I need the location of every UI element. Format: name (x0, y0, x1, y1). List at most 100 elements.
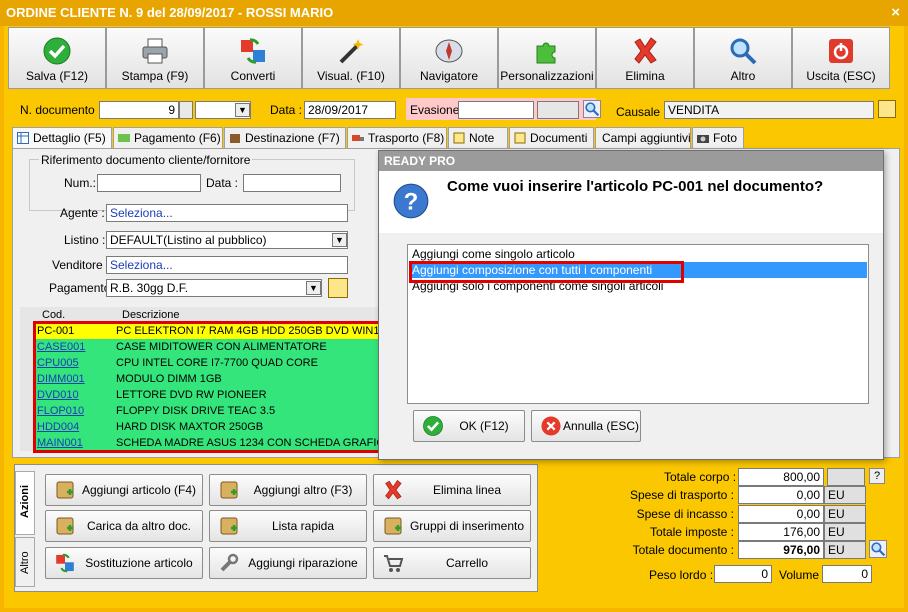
cart-button[interactable]: Carrello (373, 547, 531, 579)
total-body-label: Totale corpo : (664, 470, 737, 484)
customize-button[interactable]: Personalizzazioni (498, 27, 596, 89)
delete-line-icon (382, 479, 404, 501)
check-icon (422, 415, 444, 437)
save-button[interactable]: Salva (F12) (8, 27, 106, 89)
tab-foto[interactable]: Foto (692, 127, 744, 149)
tab-pagamento[interactable]: Pagamento (F6) (113, 127, 223, 149)
delete-line-button[interactable]: Elimina linea (373, 474, 531, 506)
row-indicator-column (20, 323, 34, 451)
venditore-select[interactable]: Seleziona... (106, 256, 348, 274)
chevron-down-icon[interactable]: ▼ (306, 281, 321, 295)
print-button[interactable]: Stampa (F9) (106, 27, 204, 89)
quick-list-button[interactable]: Lista rapida (209, 510, 367, 542)
power-icon (826, 36, 856, 66)
side-tab-altro[interactable]: Altro (15, 537, 35, 587)
dialog-question: Come vuoi inserire l'articolo PC-001 nel… (447, 178, 824, 195)
add-article-button[interactable]: Aggiungi articolo (F4) (45, 474, 203, 506)
tab-label: Note (469, 131, 495, 145)
causale-input[interactable]: VENDITA (664, 101, 874, 119)
add-article-icon (54, 479, 76, 501)
load-doc-icon (54, 515, 76, 537)
evasione-input[interactable] (458, 101, 534, 119)
tab-note[interactable]: Note (448, 127, 508, 149)
dialog-title: READY PRO (384, 154, 456, 168)
chevron-down-icon[interactable]: ▼ (235, 103, 250, 117)
folder-icon[interactable] (328, 278, 348, 298)
ok-button[interactable]: OK (F12) (413, 410, 525, 442)
add-other-icon (218, 479, 240, 501)
ndoc-input[interactable]: 9 (99, 101, 179, 119)
customize-label: Personalizzazioni (500, 69, 594, 83)
col-cod: Cod. (42, 309, 66, 321)
total-doc-label: Totale documento : (632, 543, 734, 557)
ndoc-spinner[interactable] (179, 101, 193, 119)
groups-button[interactable]: Gruppi di inserimento (373, 510, 531, 542)
note-icon (453, 132, 465, 144)
shipping-label: Spese di trasporto : (629, 488, 734, 502)
replace-article-button[interactable]: Sostituzione articolo (45, 547, 203, 579)
agente-select[interactable]: Seleziona... (106, 204, 348, 222)
volume-input[interactable]: 0 (822, 565, 872, 583)
chevron-down-icon[interactable]: ▼ (332, 233, 347, 247)
search-icon[interactable] (583, 100, 601, 118)
navigator-button[interactable]: Navigatore (400, 27, 498, 89)
button-label: Aggiungi riparazione (248, 556, 358, 570)
tab-label: Pagamento (F6) (134, 131, 221, 145)
calculator-icon[interactable] (869, 540, 887, 558)
tab-campi-aggiuntivi[interactable]: Campi aggiuntivi (595, 127, 691, 149)
exit-label: Uscita (ESC) (806, 69, 876, 83)
delete-button[interactable]: Elimina (596, 27, 694, 89)
printer-icon (140, 36, 170, 66)
tab-dettaglio[interactable]: Dettaglio (F5) (12, 127, 112, 149)
insert-dialog: READY PRO Come vuoi inserire l'articolo … (378, 150, 884, 460)
total-body-input[interactable]: 800,00 (738, 468, 824, 486)
load-doc-button[interactable]: Carica da altro doc. (45, 510, 203, 542)
box-icon (230, 134, 240, 143)
ref-date-input[interactable] (243, 174, 341, 192)
causale-label: Causale : (616, 105, 667, 119)
question-icon (393, 183, 429, 219)
button-label: Sostituzione articolo (85, 556, 193, 570)
venditore-label: Venditore : (52, 258, 110, 272)
print-label: Stampa (F9) (121, 69, 189, 83)
help-icon[interactable]: ? (869, 468, 885, 484)
camera-icon (697, 135, 709, 143)
taxes-input: 176,00 (738, 523, 824, 541)
shipping-unit: EU (824, 486, 866, 504)
add-other-button[interactable]: Aggiungi altro (F3) (209, 474, 367, 506)
agente-label: Agente : (60, 206, 105, 220)
collection-input[interactable]: 0,00 (738, 505, 824, 523)
date-input[interactable]: 28/09/2017 (304, 101, 396, 119)
taxes-unit: EU (824, 523, 866, 541)
delete-x-icon (630, 36, 660, 66)
num-input[interactable] (97, 174, 201, 192)
tab-trasporto[interactable]: Trasporto (F8) (347, 127, 447, 149)
tab-label: Destinazione (F7) (245, 131, 340, 145)
folder-icon[interactable] (878, 100, 896, 118)
shipping-input[interactable]: 0,00 (738, 486, 824, 504)
other-button[interactable]: Altro (694, 27, 792, 89)
exit-button[interactable]: Uscita (ESC) (792, 27, 890, 89)
tab-destinazione[interactable]: Destinazione (F7) (224, 127, 346, 149)
evasione-extra (537, 101, 579, 119)
side-tab-azioni[interactable]: Azioni (15, 471, 35, 535)
add-repair-button[interactable]: Aggiungi riparazione (209, 547, 367, 579)
list-item[interactable]: Aggiungi come singolo articolo (409, 246, 867, 262)
listino-select[interactable]: DEFAULT(Listino al pubblico) (106, 231, 348, 249)
view-button[interactable]: Visual. (F10) (302, 27, 400, 89)
cart-icon (384, 555, 404, 572)
pagamento-select[interactable]: R.B. 30gg D.F. (106, 279, 322, 297)
window-body: Salva (F12) Stampa (F9) Converti Visual.… (4, 26, 904, 608)
truck-icon (352, 135, 364, 141)
reference-title: Riferimento documento cliente/fornitore (39, 153, 253, 167)
close-icon[interactable]: × (891, 0, 900, 26)
wrench-icon (220, 553, 239, 572)
peso-input[interactable]: 0 (714, 565, 772, 583)
convert-button[interactable]: Converti (204, 27, 302, 89)
tab-label: Documenti (530, 131, 588, 145)
cancel-button[interactable]: Annulla (ESC) (531, 410, 641, 442)
button-label: Aggiungi altro (F3) (253, 483, 353, 497)
total-doc-unit: EU (824, 541, 866, 559)
cancel-icon (541, 416, 561, 436)
tab-documenti[interactable]: Documenti (509, 127, 594, 149)
